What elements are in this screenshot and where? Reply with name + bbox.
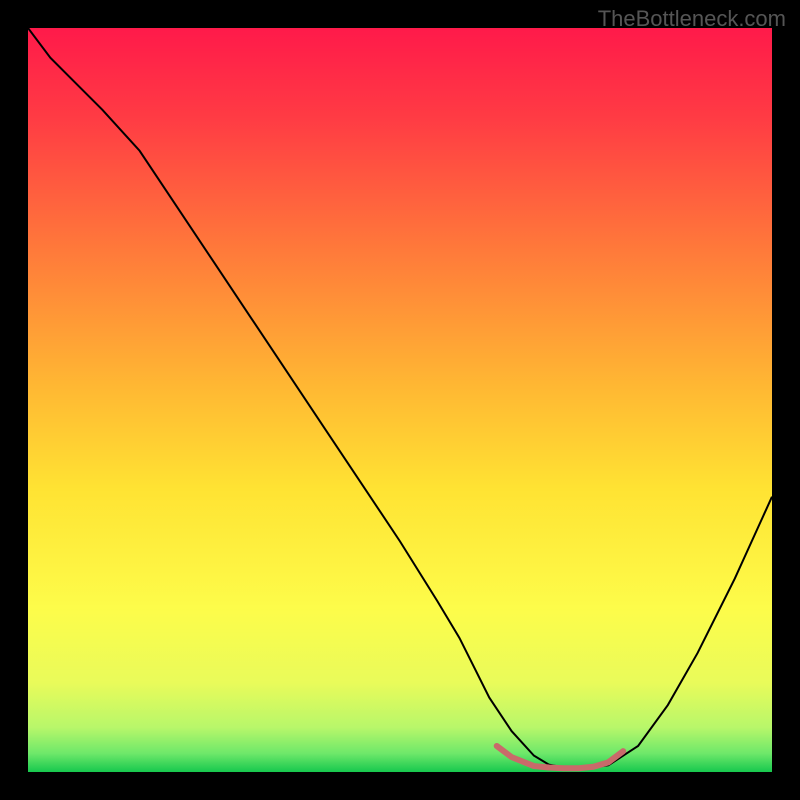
- chart-background-gradient: [28, 28, 772, 772]
- chart-plot-area: [28, 28, 772, 772]
- chart-svg: [28, 28, 772, 772]
- watermark-text: TheBottleneck.com: [598, 6, 786, 32]
